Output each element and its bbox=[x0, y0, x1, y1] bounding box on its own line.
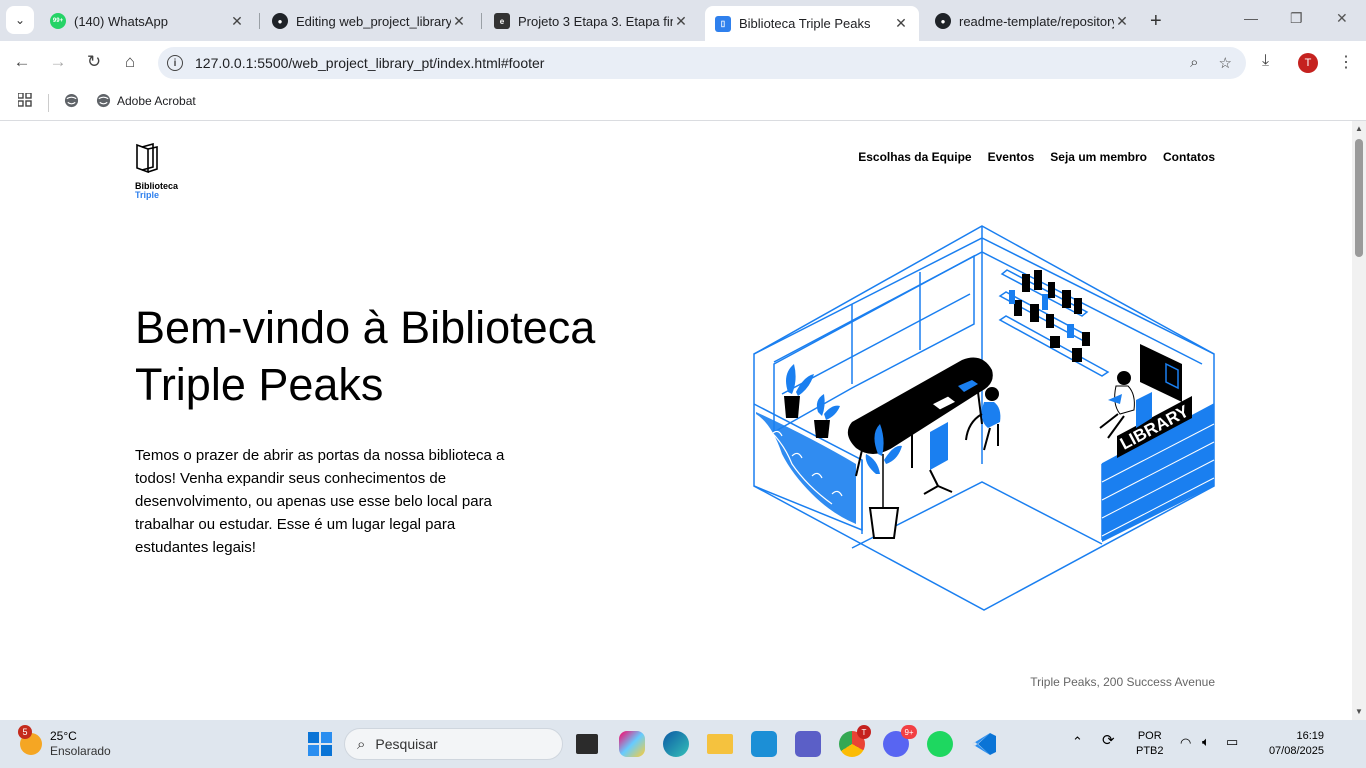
lang-line1: POR bbox=[1137, 730, 1162, 742]
practicum-icon: e bbox=[494, 13, 510, 29]
logo-line2: Triple bbox=[135, 190, 160, 200]
footer-address: Triple Peaks, 200 Success Avenue bbox=[1030, 675, 1215, 689]
main-nav: Escolhas da Equipe Eventos Seja um membr… bbox=[858, 150, 1215, 164]
whatsapp-icon: 99+ bbox=[50, 13, 66, 29]
clock-date: 07/08/2025 bbox=[1268, 745, 1324, 757]
bookmarks-bar: Adobe Acrobat bbox=[0, 85, 1366, 121]
tab-readme[interactable]: ● readme-template/repository ✕ bbox=[925, 6, 1140, 36]
reload-icon[interactable]: ↻ bbox=[83, 52, 105, 72]
tab-separator bbox=[481, 13, 482, 29]
search-placeholder: Pesquisar bbox=[375, 736, 438, 752]
menu-kebab-icon[interactable]: ⋮ bbox=[1338, 52, 1354, 72]
store-icon[interactable] bbox=[751, 731, 777, 757]
hero-description: Temos o prazer de abrir as portas da nos… bbox=[135, 447, 505, 556]
scroll-thumb[interactable] bbox=[1355, 139, 1363, 257]
url-text[interactable]: 127.0.0.1:5500/web_project_library_pt/in… bbox=[195, 55, 544, 71]
tab-biblioteca[interactable]: ▯ Biblioteca Triple Peaks ✕ bbox=[705, 6, 919, 41]
bookmark-label: Adobe Acrobat bbox=[117, 93, 196, 108]
restore-icon[interactable]: ❐ bbox=[1290, 10, 1303, 27]
bookmark-adobe-acrobat[interactable]: Adobe Acrobat bbox=[96, 93, 196, 108]
site-info-icon[interactable]: i bbox=[167, 55, 183, 71]
scroll-up-icon[interactable]: ▲ bbox=[1355, 124, 1363, 133]
web-page: Biblioteca Triple Escolhas da Equipe Eve… bbox=[0, 121, 1352, 720]
tab-title: Biblioteca Triple Peaks bbox=[739, 16, 871, 31]
tab-strip: ⌄ 99+ (140) WhatsApp ✕ ● Editing web_pro… bbox=[0, 0, 1366, 41]
tab-title: (140) WhatsApp bbox=[74, 13, 168, 29]
site-logo[interactable]: Biblioteca Triple bbox=[135, 142, 178, 200]
weather-desc: Ensolarado bbox=[50, 744, 111, 758]
wifi-icon[interactable]: ◠ bbox=[1180, 735, 1191, 750]
nav-link-contatos[interactable]: Contatos bbox=[1163, 150, 1215, 164]
tab-title: readme-template/repository bbox=[959, 13, 1114, 29]
taskbar-search[interactable]: ⌕ Pesquisar bbox=[344, 728, 563, 760]
tab-github-editing[interactable]: ● Editing web_project_library/R ✕ bbox=[262, 6, 477, 36]
chevron-down-icon: ⌄ bbox=[14, 13, 26, 27]
tab-whatsapp[interactable]: 99+ (140) WhatsApp ✕ bbox=[40, 6, 255, 36]
close-icon[interactable]: ✕ bbox=[1114, 13, 1130, 30]
tab-separator bbox=[259, 13, 260, 29]
weather-temp: 25°C bbox=[50, 729, 77, 743]
weather-widget[interactable]: 5 25°C Ensolarado bbox=[18, 725, 111, 759]
discord-badge: 9+ bbox=[901, 725, 917, 739]
minimize-icon[interactable]: — bbox=[1244, 10, 1258, 26]
search-icon: ⌕ bbox=[357, 735, 366, 753]
nav-link-eventos[interactable]: Eventos bbox=[988, 150, 1035, 164]
file-explorer-icon[interactable] bbox=[707, 734, 733, 754]
divider bbox=[48, 94, 49, 112]
address-bar[interactable]: i 127.0.0.1:5500/web_project_library_pt/… bbox=[158, 47, 1246, 79]
chrome-profile-badge: T bbox=[857, 725, 871, 739]
weather-badge: 5 bbox=[18, 725, 32, 739]
tab-title: Projeto 3 Etapa 3. Etapa final bbox=[518, 13, 673, 29]
scroll-down-icon[interactable]: ▼ bbox=[1355, 707, 1363, 716]
windows-taskbar: 5 25°C Ensolarado ⌕ Pesquisar T 9+ ⌃ ⟳ P… bbox=[0, 720, 1366, 768]
close-icon[interactable]: ✕ bbox=[893, 15, 909, 32]
library-illustration: LIBRARY bbox=[753, 225, 1215, 611]
close-icon[interactable]: ✕ bbox=[229, 13, 245, 30]
tab-search-button[interactable]: ⌄ bbox=[6, 6, 34, 34]
new-tab-icon[interactable]: + bbox=[1150, 10, 1162, 33]
nav-link-escolhas[interactable]: Escolhas da Equipe bbox=[858, 150, 971, 164]
teams-icon[interactable] bbox=[795, 731, 821, 757]
lang-line2: PTB2 bbox=[1136, 745, 1164, 757]
clock-time: 16:19 bbox=[1296, 730, 1324, 742]
globe-icon[interactable] bbox=[64, 93, 79, 108]
library-logo-icon bbox=[136, 142, 158, 174]
task-view-icon[interactable] bbox=[576, 734, 598, 754]
edge-icon[interactable] bbox=[663, 731, 689, 757]
discord-icon[interactable]: 9+ bbox=[883, 725, 917, 757]
github-icon: ● bbox=[272, 13, 288, 29]
library-logo-icon: ▯ bbox=[715, 15, 731, 32]
bookmark-star-icon[interactable]: ☆ bbox=[1219, 54, 1232, 72]
home-icon[interactable]: ⌂ bbox=[119, 52, 141, 72]
tab-projeto[interactable]: e Projeto 3 Etapa 3. Etapa final ✕ bbox=[484, 6, 699, 36]
sync-icon[interactable]: ⟳ bbox=[1102, 733, 1115, 748]
language-indicator[interactable]: POR PTB2 bbox=[1136, 729, 1164, 759]
clock[interactable]: 16:19 07/08/2025 bbox=[1269, 729, 1324, 759]
vscode-icon[interactable] bbox=[971, 731, 997, 757]
browser-toolbar: ← → ↻ ⌂ i 127.0.0.1:5500/web_project_lib… bbox=[0, 41, 1366, 85]
profile-avatar[interactable]: T bbox=[1298, 53, 1318, 73]
close-icon[interactable]: ✕ bbox=[451, 13, 467, 30]
close-window-icon[interactable]: ✕ bbox=[1336, 10, 1348, 27]
tab-title: Editing web_project_library/R bbox=[296, 13, 451, 29]
windows-start-icon[interactable] bbox=[307, 731, 333, 757]
spotify-icon[interactable] bbox=[927, 731, 953, 757]
zoom-icon[interactable]: ⌕ bbox=[1190, 54, 1198, 72]
copilot-icon[interactable] bbox=[619, 731, 645, 757]
sun-icon: 5 bbox=[18, 725, 42, 755]
volume-icon[interactable]: 🔈︎ bbox=[1202, 734, 1210, 749]
tray-chevron-up-icon[interactable]: ⌃ bbox=[1072, 734, 1083, 749]
hero-title: Bem-vindo à Biblioteca Triple Peaks bbox=[135, 302, 596, 410]
apps-grid-icon[interactable] bbox=[18, 93, 32, 107]
forward-icon[interactable]: → bbox=[47, 52, 69, 72]
back-icon[interactable]: ← bbox=[11, 52, 33, 72]
battery-icon[interactable]: ▭ bbox=[1226, 734, 1238, 749]
chrome-icon[interactable]: T bbox=[839, 725, 871, 757]
download-icon[interactable]: ⤓ bbox=[1262, 52, 1269, 70]
globe-icon bbox=[96, 93, 111, 108]
close-icon[interactable]: ✕ bbox=[673, 13, 689, 30]
github-icon: ● bbox=[935, 13, 951, 29]
nav-link-membro[interactable]: Seja um membro bbox=[1050, 150, 1147, 164]
page-scrollbar[interactable]: ▲ ▼ bbox=[1352, 121, 1366, 720]
